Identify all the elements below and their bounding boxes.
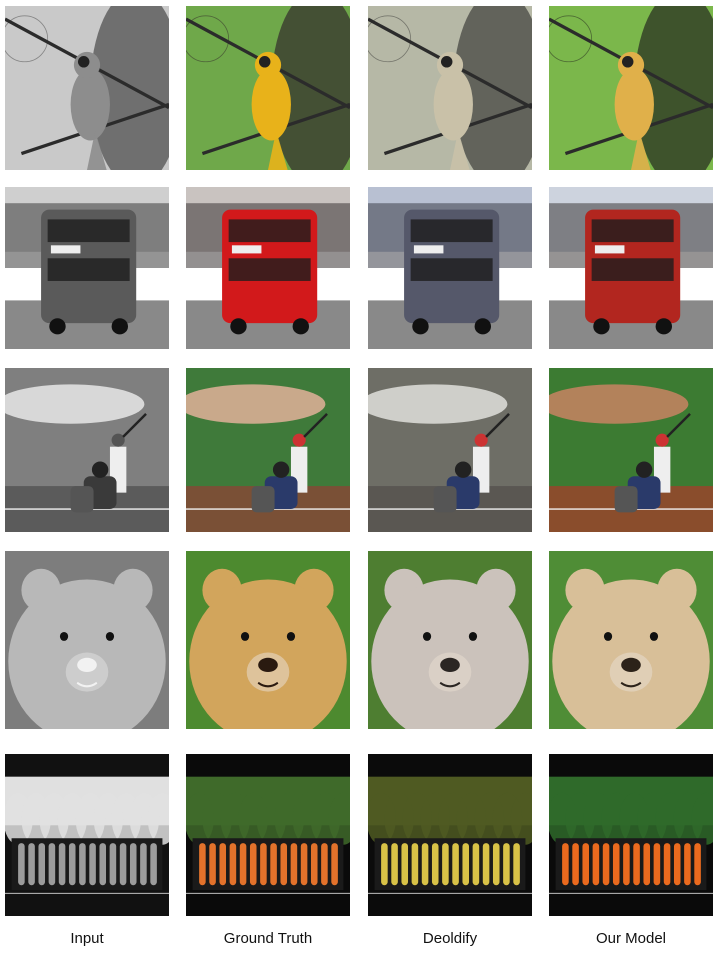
carrots-at-market-illustration <box>5 754 169 916</box>
baseball-batter-illustration <box>186 368 350 532</box>
image-carrots-at-market-ground-truth <box>186 754 350 916</box>
bird-on-branch-illustration <box>5 6 169 170</box>
image-red-double-decker-bus-our-model <box>549 187 713 349</box>
image-brown-bear-input <box>5 551 169 729</box>
image-carrots-at-market-input <box>5 754 169 916</box>
image-red-double-decker-bus-ground-truth <box>186 187 350 349</box>
column-label-our-model: Our Model <box>595 930 667 947</box>
image-bird-on-branch-deoldify <box>368 6 532 170</box>
image-carrots-at-market-deoldify <box>368 754 532 916</box>
image-bird-on-branch-input <box>5 6 169 170</box>
image-baseball-batter-ground-truth <box>186 368 350 532</box>
bird-on-branch-illustration <box>549 6 713 170</box>
baseball-batter-illustration <box>368 368 532 532</box>
column-label-deoldify: Deoldify <box>422 930 478 947</box>
baseball-batter-illustration <box>549 368 713 532</box>
image-bird-on-branch-ground-truth <box>186 6 350 170</box>
image-carrots-at-market-our-model <box>549 754 713 916</box>
image-red-double-decker-bus-deoldify <box>368 187 532 349</box>
red-double-decker-bus-illustration <box>186 187 350 349</box>
image-baseball-batter-deoldify <box>368 368 532 532</box>
brown-bear-illustration <box>549 551 713 729</box>
baseball-batter-illustration <box>5 368 169 532</box>
carrots-at-market-illustration <box>549 754 713 916</box>
brown-bear-illustration <box>5 551 169 729</box>
colorization-comparison-grid <box>0 0 720 961</box>
image-baseball-batter-our-model <box>549 368 713 532</box>
bird-on-branch-illustration <box>368 6 532 170</box>
carrots-at-market-illustration <box>368 754 532 916</box>
image-bird-on-branch-our-model <box>549 6 713 170</box>
image-red-double-decker-bus-input <box>5 187 169 349</box>
brown-bear-illustration <box>368 551 532 729</box>
column-label-input: Input <box>70 930 104 947</box>
carrots-at-market-illustration <box>186 754 350 916</box>
image-brown-bear-deoldify <box>368 551 532 729</box>
column-label-ground-truth: Ground Truth <box>223 930 313 947</box>
red-double-decker-bus-illustration <box>549 187 713 349</box>
image-brown-bear-our-model <box>549 551 713 729</box>
brown-bear-illustration <box>186 551 350 729</box>
red-double-decker-bus-illustration <box>368 187 532 349</box>
red-double-decker-bus-illustration <box>5 187 169 349</box>
bird-on-branch-illustration <box>186 6 350 170</box>
image-baseball-batter-input <box>5 368 169 532</box>
image-brown-bear-ground-truth <box>186 551 350 729</box>
